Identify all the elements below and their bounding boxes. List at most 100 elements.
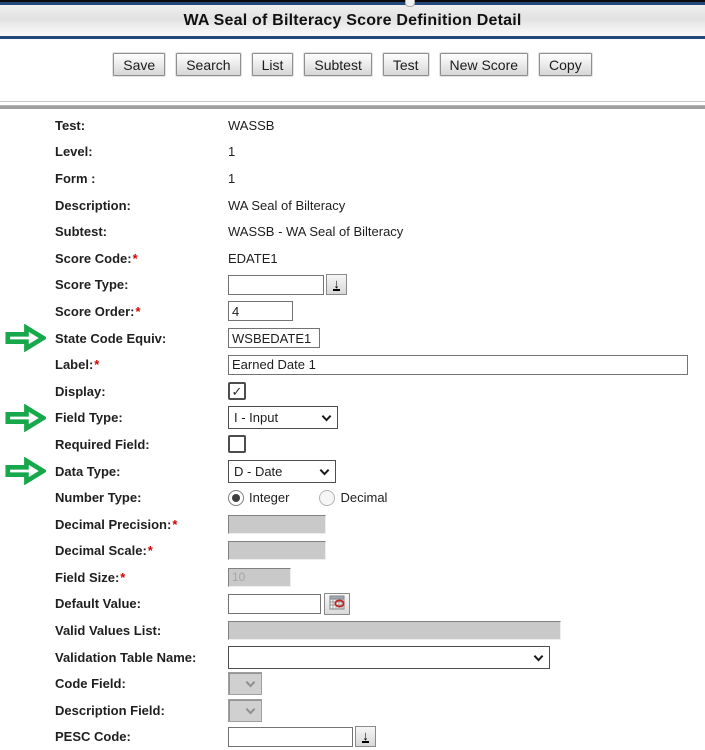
score-code-value: EDATE1 — [228, 251, 278, 266]
field-type-select[interactable]: I - Input — [228, 406, 338, 429]
form-row-number-type: Number Type:IntegerDecimal — [0, 484, 705, 511]
form-row-label: Label:* — [0, 351, 705, 378]
description-field-control — [228, 699, 262, 722]
code-field-select — [228, 672, 262, 695]
score-order-label: Score Order:* — [55, 304, 228, 319]
score-type-dropdown-button[interactable]: ↓ — [326, 274, 347, 295]
test-button[interactable]: Test — [383, 53, 429, 76]
form-row-test: Test:WASSB — [0, 112, 705, 139]
form-row-code-field: Code Field: — [0, 670, 705, 697]
required-field-checkbox[interactable] — [228, 435, 246, 453]
label-input[interactable] — [228, 355, 688, 375]
data-type-control: D - Date — [228, 460, 336, 483]
form-row-decimal-precision: Decimal Precision:* — [0, 511, 705, 538]
display-checkbox[interactable]: ✓ — [228, 382, 246, 400]
valid-values-list-label: Valid Values List: — [55, 623, 228, 638]
list-button[interactable]: List — [252, 53, 294, 76]
test-control: WASSB — [228, 118, 274, 133]
copy-button[interactable]: Copy — [539, 53, 592, 76]
decimal-precision-label: Decimal Precision:* — [55, 517, 228, 532]
pesc-code-dropdown-button[interactable]: ↓ — [355, 726, 376, 747]
code-field-control — [228, 672, 262, 695]
valid-values-list-input — [228, 621, 561, 640]
required-asterisk: * — [94, 357, 99, 372]
form-row-default-value: Default Value: — [0, 591, 705, 618]
data-type-selected-value: D - Date — [234, 464, 282, 479]
form-row-score-code: Score Code:*EDATE1 — [0, 245, 705, 272]
default-value-label: Default Value: — [55, 596, 228, 611]
select-chevron-icon — [245, 676, 256, 691]
field-size-label: Field Size:* — [55, 570, 228, 585]
score-type-label: Score Type: — [55, 277, 228, 292]
select-chevron-icon — [533, 650, 544, 665]
field-type-label: Field Type: — [55, 410, 228, 425]
test-label: Test: — [55, 118, 228, 133]
new-score-button[interactable]: New Score — [440, 53, 528, 76]
number-type-control: Integer Decimal — [228, 490, 417, 506]
state-code-equiv-input[interactable] — [228, 328, 320, 348]
level-value: 1 — [228, 144, 235, 159]
form-row-score-type: Score Type: ↓ — [0, 272, 705, 299]
dropdown-arrow-icon: ↓ — [362, 730, 369, 743]
number-type-radio-decimal[interactable] — [319, 490, 335, 506]
form-value: 1 — [228, 171, 235, 186]
form-row-subtest: Subtest:WASSB - WA Seal of Bilteracy — [0, 218, 705, 245]
clipped-text-artifact — [405, 0, 415, 7]
form-row-display: Display:✓ — [0, 378, 705, 405]
form-row-validation-table-name: Validation Table Name: — [0, 644, 705, 671]
score-code-control: EDATE1 — [228, 251, 278, 266]
description-field-label: Description Field: — [55, 703, 228, 718]
number-type-option-decimal: Decimal — [319, 490, 387, 506]
dropdown-arrow-icon: ↓ — [333, 278, 340, 291]
required-asterisk: * — [135, 304, 140, 319]
required-field-label: Required Field: — [55, 437, 228, 452]
label-control — [228, 355, 688, 375]
field-type-selected-value: I - Input — [234, 410, 278, 425]
subtest-button[interactable]: Subtest — [304, 53, 371, 76]
form-row-description-field: Description Field: — [0, 697, 705, 724]
validation-table-name-select[interactable] — [228, 646, 550, 669]
form-row-decimal-scale: Decimal Scale:* — [0, 538, 705, 565]
test-value: WASSB — [228, 118, 274, 133]
score-type-control: ↓ — [228, 274, 347, 295]
select-chevron-icon — [319, 464, 330, 479]
field-type-control: I - Input — [228, 406, 338, 429]
number-type-radio-label: Integer — [249, 490, 289, 505]
calendar-icon — [329, 595, 345, 613]
description-value: WA Seal of Bilteracy — [228, 198, 345, 213]
required-asterisk: * — [172, 517, 177, 532]
score-code-label: Score Code:* — [55, 251, 228, 266]
form-row-description: Description:WA Seal of Bilteracy — [0, 192, 705, 219]
pointer-arrow-icon — [5, 457, 46, 485]
score-order-input[interactable] — [228, 301, 293, 321]
decimal-precision-control — [228, 515, 326, 534]
form-row-form: Form :1 — [0, 165, 705, 192]
form-row-state-code-equiv: State Code Equiv: — [0, 325, 705, 352]
description-field-select — [228, 699, 262, 722]
required-asterisk: * — [120, 570, 125, 585]
display-control: ✓ — [228, 382, 246, 400]
search-button[interactable]: Search — [176, 53, 240, 76]
form-row-score-order: Score Order:* — [0, 298, 705, 325]
title-bar: WA Seal of Bilteracy Score Definition De… — [0, 5, 705, 39]
page-title: WA Seal of Bilteracy Score Definition De… — [183, 12, 521, 30]
validation-table-name-control — [228, 646, 550, 669]
save-button[interactable]: Save — [113, 53, 165, 76]
form-row-pesc-code: PESC Code:↓ — [0, 724, 705, 750]
form-control: 1 — [228, 171, 235, 186]
calendar-button[interactable] — [324, 593, 350, 615]
required-field-control — [228, 435, 246, 453]
number-type-radio-integer[interactable] — [228, 490, 244, 506]
default-value-control — [228, 593, 350, 615]
form-row-valid-values-list: Valid Values List: — [0, 617, 705, 644]
score-type-input[interactable] — [228, 275, 324, 295]
data-type-select[interactable]: D - Date — [228, 460, 336, 483]
field-size-control — [228, 568, 291, 587]
form-row-field-type: Field Type: I - Input — [0, 405, 705, 432]
label-label: Label:* — [55, 357, 228, 372]
default-value-input[interactable] — [228, 594, 321, 614]
pesc-code-input[interactable] — [228, 727, 353, 747]
pesc-code-control: ↓ — [228, 726, 376, 747]
decimal-scale-input — [228, 541, 326, 560]
form-label: Form : — [55, 171, 228, 186]
